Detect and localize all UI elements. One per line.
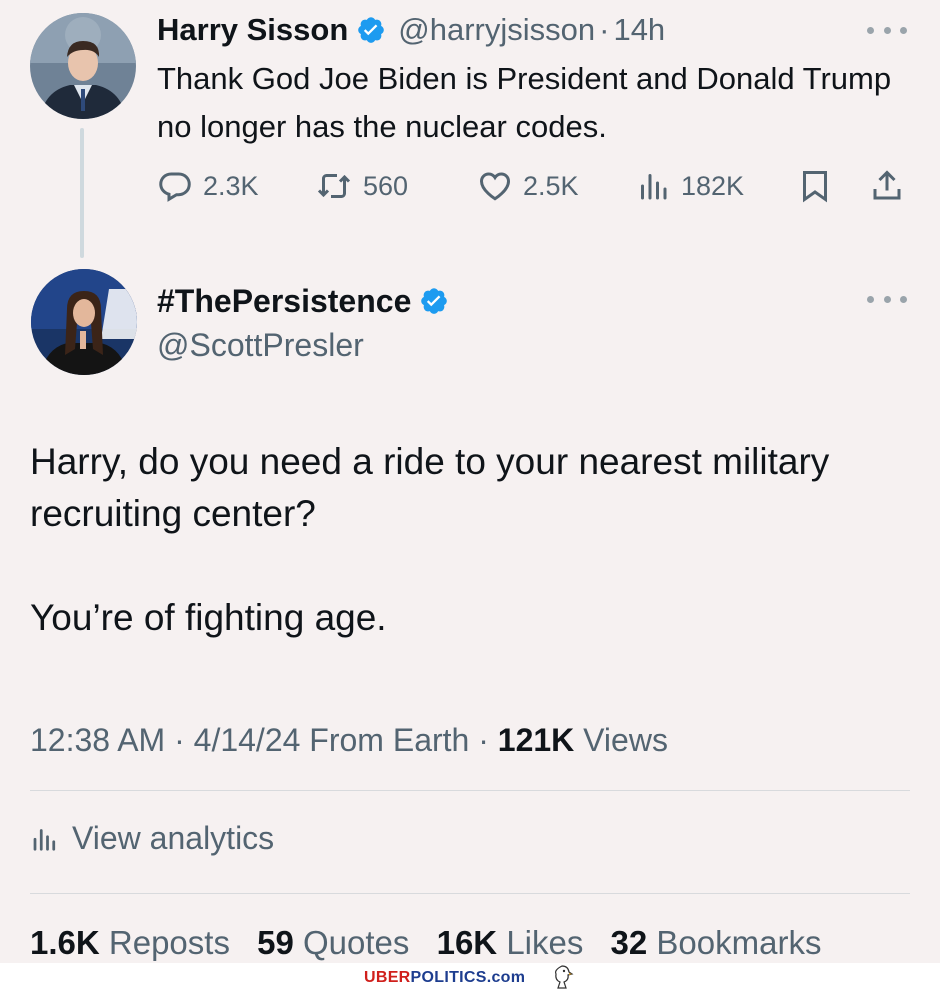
like-count: 2.5K <box>523 170 579 201</box>
view-analytics-button[interactable]: View analytics <box>30 816 274 860</box>
separator-dot: · <box>599 12 610 47</box>
likes-stat-count: 16K <box>436 924 498 961</box>
watermark-part-1: UBER <box>364 969 411 986</box>
verified-badge-icon <box>356 15 386 45</box>
repost-count: 560 <box>363 170 409 201</box>
tweet-timestamp-line: 12:38 AM · 4/14/24 From Earth · 121K Vie… <box>30 718 668 762</box>
view-analytics-label: View analytics <box>72 819 275 856</box>
bookmark-icon <box>803 171 827 203</box>
parent-tweet-actions: 2.3K 560 2.5K 182K <box>157 164 917 208</box>
tweet-timestamp[interactable]: 12:38 AM · 4/14/24 From Earth · <box>30 722 498 758</box>
watermark-part-2: POLITICS <box>410 969 487 986</box>
eagle-logo-icon <box>555 965 574 989</box>
quotes-stat[interactable]: 59 Quotes <box>257 924 409 961</box>
main-tweet-header: #ThePersistence <box>157 280 449 322</box>
engagement-stats: 1.6K Reposts 59 Quotes 16K Likes 32 Book… <box>30 921 839 965</box>
divider <box>30 893 910 894</box>
views-count: 182K <box>681 170 745 201</box>
views-icon <box>641 174 667 200</box>
main-tweet-paragraph-1: Harry, do you need a ride to your neares… <box>30 441 830 534</box>
main-tweet-text: Harry, do you need a ride to your neares… <box>30 436 910 644</box>
reply-count: 2.3K <box>203 170 259 201</box>
likes-stat-label: Likes <box>506 924 584 961</box>
parent-author-name[interactable]: Harry Sisson <box>157 12 348 48</box>
share-button[interactable] <box>869 164 915 208</box>
verified-badge-icon <box>419 286 449 316</box>
thread-connector-line <box>80 128 84 258</box>
parent-author-handle[interactable]: @harryjsisson <box>398 12 595 48</box>
bookmarks-stat[interactable]: 32 Bookmarks <box>611 924 822 961</box>
bookmark-button[interactable] <box>797 164 843 208</box>
analytics-icon <box>33 829 56 851</box>
parent-more-options-icon[interactable] <box>867 23 907 37</box>
main-author-handle[interactable]: @ScottPresler <box>157 325 364 365</box>
divider <box>30 790 910 791</box>
reply-icon <box>159 172 191 202</box>
views-label: Views <box>574 722 668 758</box>
views-total: 121K <box>497 722 575 758</box>
repost-button[interactable]: 560 <box>315 164 408 208</box>
harry-sisson-avatar[interactable] <box>30 13 136 119</box>
parent-tweet-header: Harry Sisson @harryjsisson · 14h <box>157 10 665 50</box>
reposts-stat-count: 1.6K <box>30 924 100 961</box>
views-button[interactable]: 182K <box>635 164 744 208</box>
main-tweet-paragraph-2: You’re of fighting age. <box>30 597 387 638</box>
reply-button[interactable]: 2.3K <box>157 164 259 208</box>
likes-stat[interactable]: 16K Likes <box>437 924 584 961</box>
parent-tweet-time[interactable]: 14h <box>613 12 665 48</box>
quotes-stat-count: 59 <box>257 924 294 961</box>
quotes-stat-label: Quotes <box>303 924 410 961</box>
bookmarks-stat-count: 32 <box>610 924 648 961</box>
bookmarks-stat-label: Bookmarks <box>656 924 822 961</box>
share-icon <box>873 170 901 200</box>
like-icon <box>479 172 511 201</box>
parent-tweet-text: Thank God Joe Biden is President and Don… <box>157 61 892 144</box>
scott-presler-avatar[interactable] <box>31 269 137 375</box>
reposts-stat[interactable]: 1.6K Reposts <box>30 924 230 961</box>
watermark-logo-text: UBER POLITICS .com <box>364 967 525 989</box>
like-button[interactable]: 2.5K <box>477 164 579 208</box>
reposts-stat-label: Reposts <box>108 924 230 961</box>
repost-icon <box>317 174 351 198</box>
watermark-part-3: .com <box>486 969 526 986</box>
main-author-name[interactable]: #ThePersistence <box>157 283 411 320</box>
main-more-options-icon[interactable] <box>867 292 907 306</box>
